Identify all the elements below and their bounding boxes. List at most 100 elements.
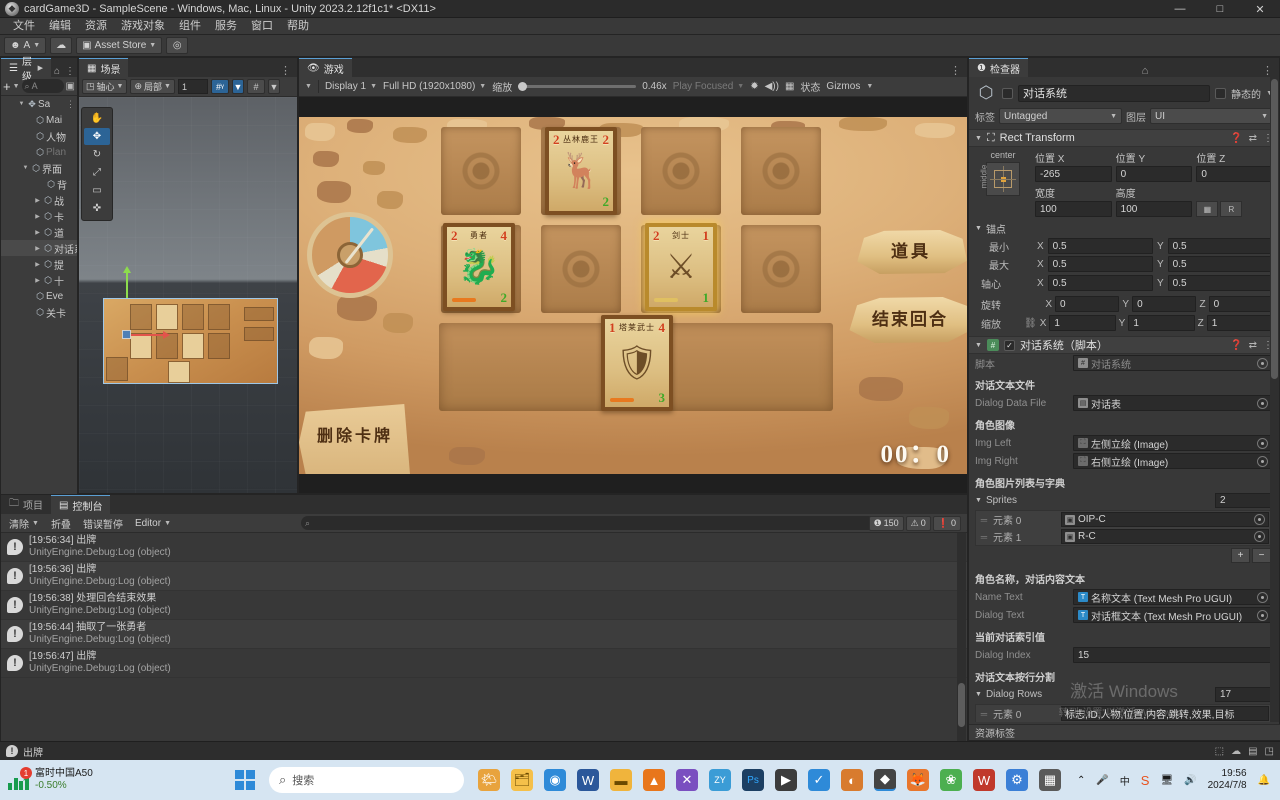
sprites-count-input[interactable]: 2 [1215, 493, 1273, 508]
pos-x-input[interactable]: -265 [1035, 166, 1112, 182]
game-viewport[interactable]: 2 丛林鹿王 2 🦌 2 2 勇者 4 🐉 2 2 剑士 1 ⚔ 1 1 塔莱武… [299, 97, 967, 493]
name-text-field[interactable]: T 名称文本 (Text Mesh Pro UGUI) [1073, 589, 1273, 605]
rect-transform-header[interactable]: ▼ ⛶ Rect Transform ❓ ⇄ ⋮ [969, 129, 1279, 147]
scene-viewport[interactable]: ✋ ✥ ↻ ⤢ ▭ ✜ [79, 97, 297, 493]
game-canvas[interactable]: 2 丛林鹿王 2 🦌 2 2 勇者 4 🐉 2 2 剑士 1 ⚔ 1 1 塔莱武… [299, 117, 967, 474]
error-count-badge[interactable]: ❗ 0 [932, 515, 961, 531]
tag-dropdown[interactable]: Untagged ▼ [999, 108, 1122, 124]
volume-icon[interactable]: 🔊 [1184, 775, 1196, 786]
board-slot[interactable] [741, 225, 821, 313]
tab-game[interactable]: 👁 游戏 [299, 58, 352, 77]
list-item[interactable]: ═ 元素 0 ▣ OIP-C [976, 511, 1272, 528]
bell-icon[interactable]: 🔔 [1258, 775, 1270, 786]
sprites-array-header[interactable]: ▼ Sprites 2 [969, 492, 1279, 509]
collapse-arrow-icon[interactable]: ▼ [975, 497, 982, 504]
object-picker-icon[interactable] [1257, 397, 1268, 409]
gizmo-handle[interactable] [122, 330, 131, 339]
hand-tool-icon[interactable]: ✋ [84, 110, 110, 127]
scale-z-input[interactable]: 1 [1206, 315, 1273, 331]
object-picker-icon[interactable] [1257, 591, 1268, 603]
cloud-icon[interactable]: ☁ [1231, 746, 1241, 757]
chevron-down-icon[interactable]: ▼ [866, 83, 873, 90]
editor-dropdown[interactable]: Editor ▼ [131, 516, 175, 531]
vscode-app-icon[interactable]: ✓ [808, 769, 830, 791]
scene-selected-canvas[interactable] [103, 298, 278, 384]
delete-card-button[interactable]: 删除卡牌 [299, 404, 411, 474]
move-tool-icon[interactable]: ✥ [84, 128, 110, 145]
list-item[interactable]: ▼ ✥ Sa ⋮ [1, 96, 77, 112]
gizmos-label[interactable]: Gizmos [826, 81, 860, 92]
collapse-arrow-icon[interactable]: ▼ [975, 691, 982, 698]
object-picker-icon[interactable] [1257, 455, 1268, 467]
layers-icon[interactable]: ▤ [1248, 746, 1257, 757]
minimize-button[interactable]: — [1160, 0, 1200, 18]
list-item[interactable]: ▶ ⬡ 提 [1, 256, 77, 272]
scale-slider[interactable] [518, 82, 637, 91]
log-count-badge[interactable]: ❶ 150 [868, 515, 904, 531]
scale-tool-icon[interactable]: ⤢ [84, 164, 110, 181]
list-item[interactable]: ⬡ Eve [1, 288, 77, 304]
cloud-button[interactable]: ☁ [50, 37, 73, 54]
expand-arrow-icon[interactable]: ▶ [33, 229, 42, 236]
width-input[interactable]: 100 [1035, 201, 1112, 217]
drag-handle-icon[interactable]: ═ [979, 515, 989, 525]
scale-y-input[interactable]: 1 [1128, 315, 1195, 331]
hierarchy-menu-icon[interactable]: ⋮ [63, 66, 77, 77]
dialog-text-field[interactable]: T 对话框文本 (Text Mesh Pro UGUI) [1073, 607, 1273, 623]
table-row[interactable]: ! [19:56:34] 出牌 UnityEngine.Debug:Log (o… [1, 533, 967, 562]
raw-edit-button[interactable]: R [1220, 201, 1243, 217]
img-right-field[interactable]: ⛶ 右侧立绘 (Image) [1073, 453, 1273, 469]
anchors-collapse-icon[interactable]: ▼ [975, 225, 982, 232]
board-slot[interactable] [541, 225, 621, 313]
drag-handle-icon[interactable]: ═ [979, 709, 989, 719]
gameobject-name-input[interactable]: 对话系统 [1018, 84, 1211, 102]
tab-console[interactable]: ▤ 控制台 [51, 495, 111, 514]
items-button[interactable]: 道具 [857, 230, 967, 274]
drag-handle-icon[interactable]: ═ [979, 532, 989, 542]
sidebar-item-dialog-system[interactable]: ▶ ⬡ 对话系统 [1, 240, 77, 256]
expand-arrow-icon[interactable]: ▶ [33, 197, 42, 204]
rot-y-input[interactable]: 0 [1132, 296, 1197, 312]
object-picker-icon[interactable] [1257, 609, 1268, 621]
folder-app-icon[interactable]: ▬ [610, 769, 632, 791]
table-row[interactable]: ! [19:56:47] 出牌 UnityEngine.Debug:Log (o… [1, 649, 967, 678]
card-on-board[interactable]: 2 丛林鹿王 2 🦌 2 [545, 127, 617, 215]
list-item[interactable]: ▶ ⬡ 道 [1, 224, 77, 240]
object-picker-icon[interactable] [1254, 514, 1265, 525]
chevron-down-icon[interactable]: ▼ [231, 79, 244, 94]
element-value-input[interactable]: 标志,ID,人物,位置,内容,跳转,效果,目标 [1061, 706, 1269, 721]
rot-z-input[interactable]: 0 [1208, 296, 1273, 312]
taskbar-clock[interactable]: 19:56 2024/7/8 [1208, 768, 1247, 792]
tab-inspector[interactable]: ❶ 检查器 [969, 58, 1028, 77]
tab-hierarchy[interactable]: ☰ 层级 ▶ [1, 57, 51, 83]
stock-widget[interactable]: ↗ 1 富时中国A50 -0.50% [0, 767, 235, 792]
dialog-rows-array-header[interactable]: ▼ Dialog Rows 17 [969, 686, 1279, 703]
help-icon[interactable]: ❓ [1230, 340, 1242, 351]
menu-item-assets[interactable]: 资源 [78, 18, 114, 35]
mic-icon[interactable]: 🎤 [1096, 775, 1108, 786]
anchor-max-y-input[interactable]: 0.5 [1167, 256, 1273, 272]
transform-tool-icon[interactable]: ✜ [84, 200, 110, 217]
play-focused-dropdown[interactable]: Play Focused ▼ [673, 81, 745, 92]
script-value-field[interactable]: # 对话系统 [1073, 355, 1273, 371]
list-item[interactable]: ⬡ Mai [1, 112, 77, 128]
snap-value-input[interactable]: 1 [177, 79, 208, 94]
settings-button[interactable]: ◎ [166, 37, 189, 54]
collapse-arrow-icon[interactable]: ▼ [975, 135, 982, 142]
lock-icon[interactable]: ⌂ [51, 66, 63, 77]
menu-item-window[interactable]: 窗口 [244, 18, 280, 35]
rect-tool-icon[interactable]: ▭ [84, 182, 110, 199]
add-element-button[interactable]: + [1231, 548, 1250, 563]
link-off-icon[interactable]: ⛓ [1024, 318, 1037, 329]
table-row[interactable]: ! [19:56:36] 出牌 UnityEngine.Debug:Log (o… [1, 562, 967, 591]
pivot-dropdown[interactable]: ◳ 轴心 ▼ [82, 79, 128, 94]
board-slot[interactable] [441, 127, 521, 215]
ime-icon[interactable]: 中 [1120, 773, 1130, 788]
object-picker-icon[interactable] [1257, 357, 1268, 369]
list-item[interactable]: ═ 元素 1 ▣ R-C [976, 528, 1272, 545]
list-item[interactable]: ⬡ Plan [1, 144, 77, 160]
anchor-min-y-input[interactable]: 0.5 [1167, 238, 1273, 254]
card-on-board-selected[interactable]: 2 剑士 1 ⚔ 1 [645, 223, 717, 311]
collapse-button[interactable]: 折叠 [47, 516, 75, 531]
error-pause-button[interactable]: 错误暂停 [79, 516, 127, 531]
